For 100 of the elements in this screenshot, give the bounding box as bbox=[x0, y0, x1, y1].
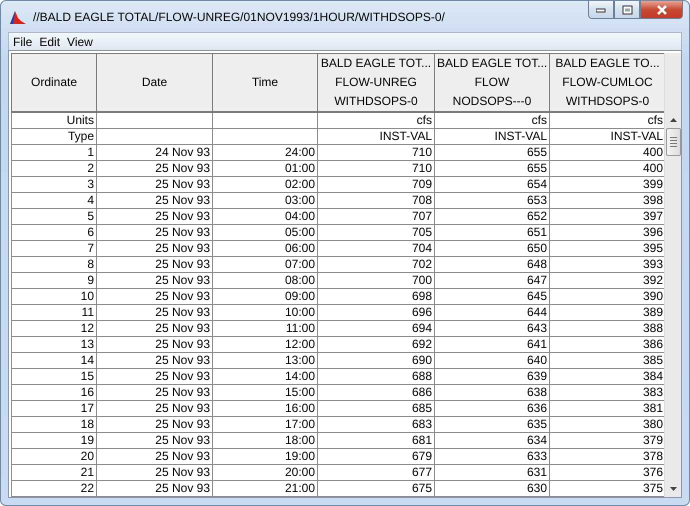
table-cell: 25 Nov 93 bbox=[96, 208, 212, 224]
minimize-button[interactable] bbox=[588, 1, 614, 19]
table-cell: 08:00 bbox=[212, 272, 318, 288]
table-cell: 648 bbox=[434, 256, 550, 272]
column-header[interactable]: Time bbox=[212, 54, 318, 112]
table-cell: 19 bbox=[12, 432, 96, 448]
table-cell: 700 bbox=[318, 272, 434, 288]
table-cell: 19:00 bbox=[212, 448, 318, 464]
table-cell: 694 bbox=[318, 320, 434, 336]
table-cell: 05:00 bbox=[212, 224, 318, 240]
table-cell: 11 bbox=[12, 304, 96, 320]
table-cell: 12 bbox=[12, 320, 96, 336]
table-cell: 25 Nov 93 bbox=[96, 192, 212, 208]
table-cell: 630 bbox=[434, 480, 550, 496]
table-cell: 13:00 bbox=[212, 352, 318, 368]
table-cell: 25 Nov 93 bbox=[96, 336, 212, 352]
table-cell: 9 bbox=[12, 272, 96, 288]
table-cell: 01:00 bbox=[212, 160, 318, 176]
table-cell: cfs bbox=[318, 112, 434, 128]
table-cell: 640 bbox=[434, 352, 550, 368]
close-icon bbox=[656, 4, 668, 14]
column-header[interactable]: Date bbox=[96, 54, 212, 112]
table-cell: 710 bbox=[318, 160, 434, 176]
table-cell: 631 bbox=[434, 464, 550, 480]
table-cell: 653 bbox=[434, 192, 550, 208]
table-cell: 02:00 bbox=[212, 176, 318, 192]
table-cell: 25 Nov 93 bbox=[96, 448, 212, 464]
table-cell: 25 Nov 93 bbox=[96, 384, 212, 400]
table-cell: 24:00 bbox=[212, 144, 318, 160]
table-cell: 25 Nov 93 bbox=[96, 432, 212, 448]
table-cell: 709 bbox=[318, 176, 434, 192]
table-cell: 10 bbox=[12, 288, 96, 304]
table-cell: 696 bbox=[318, 304, 434, 320]
table-cell: 704 bbox=[318, 240, 434, 256]
table-cell: 21 bbox=[12, 464, 96, 480]
row-label: Type bbox=[12, 128, 96, 144]
table-cell: 639 bbox=[434, 368, 550, 384]
column-header[interactable]: Ordinate bbox=[12, 54, 96, 112]
table-cell: 2 bbox=[12, 160, 96, 176]
table-cell: 4 bbox=[12, 192, 96, 208]
table-cell: 641 bbox=[434, 336, 550, 352]
table-cell: 25 Nov 93 bbox=[96, 240, 212, 256]
table-cell: 25 Nov 93 bbox=[96, 288, 212, 304]
table-cell: 18 bbox=[12, 416, 96, 432]
close-button[interactable] bbox=[640, 1, 683, 19]
table-cell: 20:00 bbox=[212, 464, 318, 480]
table-cell: 09:00 bbox=[212, 288, 318, 304]
table-cell: 636 bbox=[434, 400, 550, 416]
table-cell: 25 Nov 93 bbox=[96, 400, 212, 416]
table-cell: 06:00 bbox=[212, 240, 318, 256]
table-cell: 14 bbox=[12, 352, 96, 368]
table-cell: 707 bbox=[318, 208, 434, 224]
table-cell: 650 bbox=[434, 240, 550, 256]
row-label: Units bbox=[12, 112, 96, 128]
table-cell: INST-VAL bbox=[434, 128, 550, 144]
table-cell: 22 bbox=[12, 480, 96, 496]
table-cell: 692 bbox=[318, 336, 434, 352]
scroll-thumb[interactable] bbox=[666, 128, 680, 156]
table-cell: 685 bbox=[318, 400, 434, 416]
table-cell: 20 bbox=[12, 448, 96, 464]
table-cell: 702 bbox=[318, 256, 434, 272]
table-cell: 633 bbox=[434, 448, 550, 464]
table-cell: 10:00 bbox=[212, 304, 318, 320]
table-cell: 04:00 bbox=[212, 208, 318, 224]
table-cell: 645 bbox=[434, 288, 550, 304]
table-cell: INST-VAL bbox=[318, 128, 434, 144]
table-cell: 13 bbox=[12, 336, 96, 352]
table-cell: 03:00 bbox=[212, 192, 318, 208]
table-cell: 655 bbox=[434, 160, 550, 176]
table-cell: 21:00 bbox=[212, 480, 318, 496]
table-cell: 705 bbox=[318, 224, 434, 240]
table-cell: 3 bbox=[12, 176, 96, 192]
minimize-icon bbox=[596, 6, 606, 12]
menu-item[interactable]: View bbox=[66, 34, 97, 48]
table-cell: 6 bbox=[12, 224, 96, 240]
table-cell: 14:00 bbox=[212, 368, 318, 384]
table-cell: 25 Nov 93 bbox=[96, 368, 212, 384]
table-cell: 15:00 bbox=[212, 384, 318, 400]
table-cell: 655 bbox=[434, 144, 550, 160]
table-cell: 5 bbox=[12, 208, 96, 224]
table-cell: 710 bbox=[318, 144, 434, 160]
window-title: //BALD EAGLE TOTAL/FLOW-UNREG/01NOV1993/1HOUR/WITHDSOPS-0/ bbox=[33, 10, 446, 24]
table-cell: 17 bbox=[12, 400, 96, 416]
table-cell: 1 bbox=[12, 144, 96, 160]
menu-item[interactable]: File bbox=[12, 34, 36, 48]
table-cell: 681 bbox=[318, 432, 434, 448]
table-cell: 07:00 bbox=[212, 256, 318, 272]
table-cell: 686 bbox=[318, 384, 434, 400]
table-cell: 25 Nov 93 bbox=[96, 160, 212, 176]
table-cell: 679 bbox=[318, 448, 434, 464]
menu-item[interactable]: Edit bbox=[38, 34, 64, 48]
table-cell: 25 Nov 93 bbox=[96, 272, 212, 288]
table-cell: 690 bbox=[318, 352, 434, 368]
table-cell: 7 bbox=[12, 240, 96, 256]
table-cell: 24 Nov 93 bbox=[96, 144, 212, 160]
table-cell: 688 bbox=[318, 368, 434, 384]
table-cell: 677 bbox=[318, 464, 434, 480]
app-logo-icon bbox=[9, 8, 27, 24]
table-cell: 11:00 bbox=[212, 320, 318, 336]
maximize-button[interactable] bbox=[614, 1, 640, 19]
